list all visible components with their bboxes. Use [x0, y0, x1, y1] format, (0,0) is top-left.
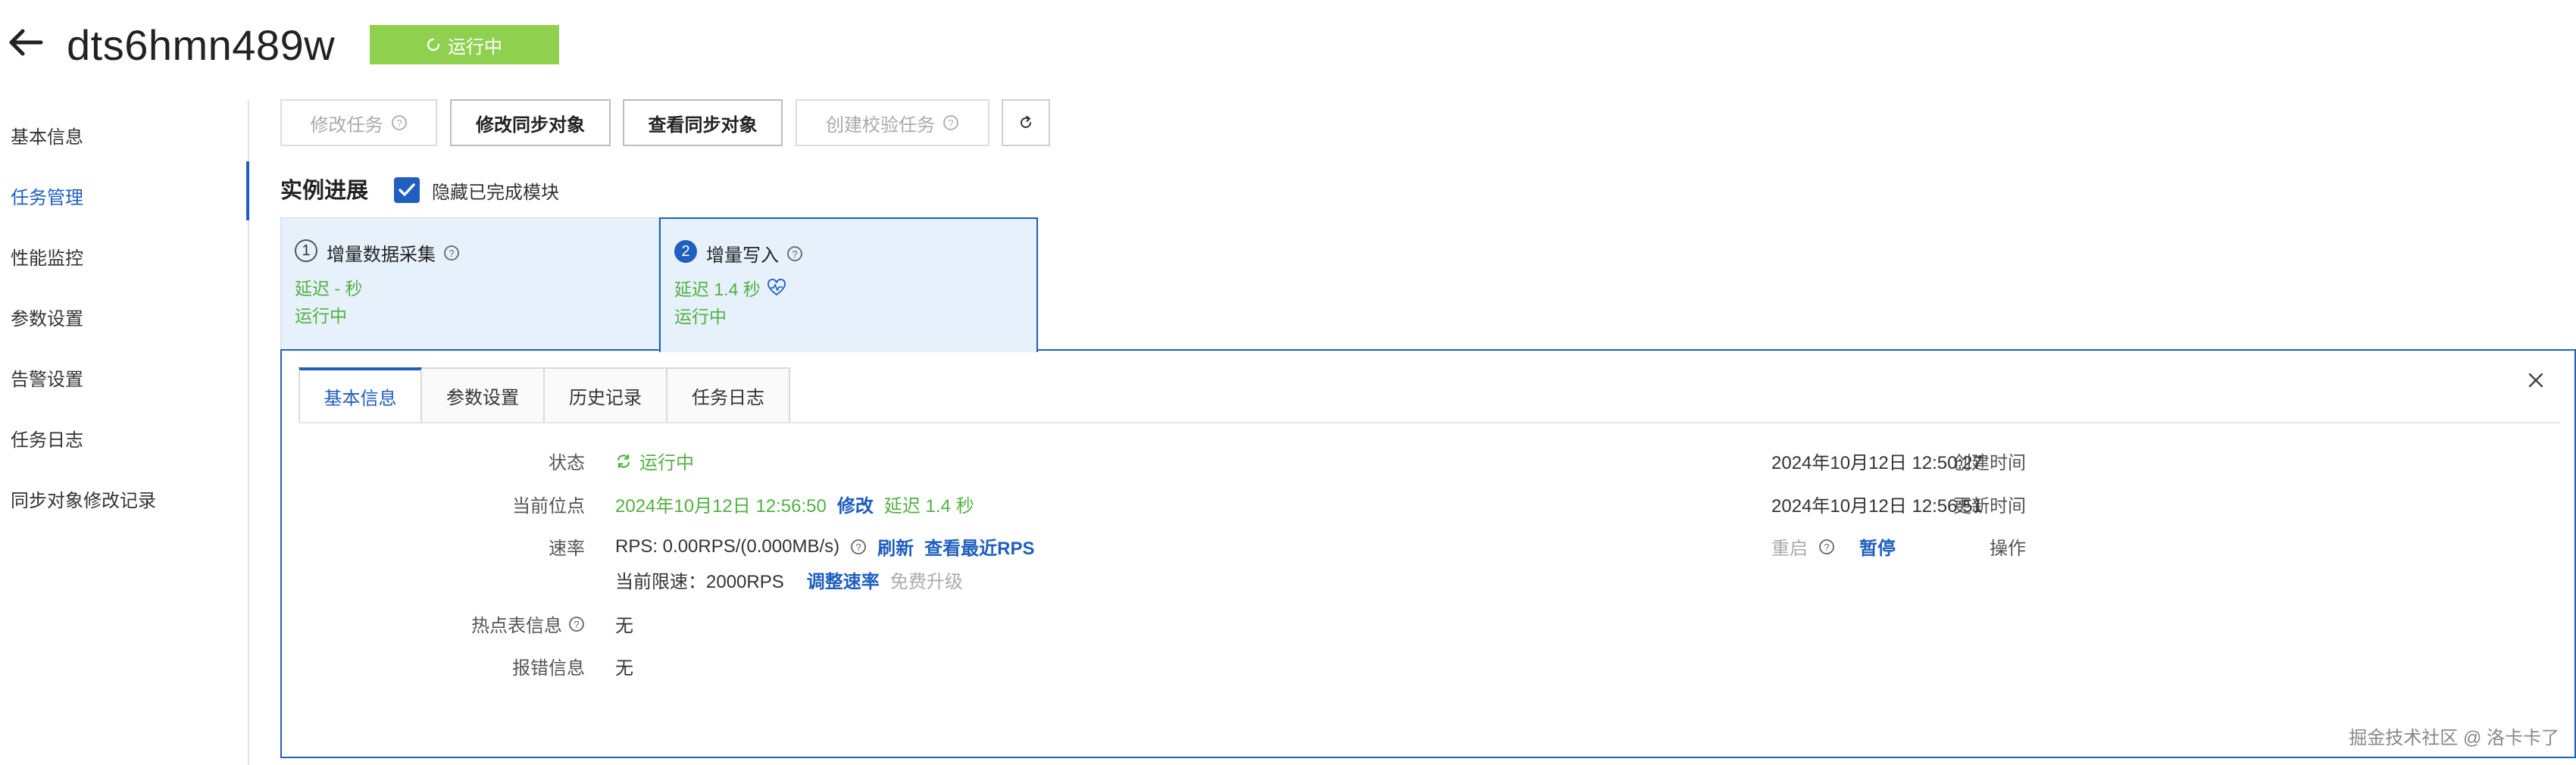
- tab-parameter-settings[interactable]: 参数设置: [422, 367, 545, 423]
- module-title: 增量数据采集 ?: [327, 239, 460, 266]
- task-title: dts6hmn489w: [67, 21, 336, 69]
- module-status: 运行中: [674, 307, 727, 326]
- pause-button[interactable]: 暂停: [1859, 533, 1896, 560]
- rate-value-text: RPS: 0.00RPS/(0.000MB/s): [615, 536, 840, 557]
- help-icon: ?: [851, 539, 867, 554]
- operations-label: 操作: [1990, 539, 2026, 559]
- watermark: 掘金技术社区 @ 洛卡卡了: [2349, 728, 2559, 748]
- svg-text:?: ?: [948, 117, 953, 129]
- rate-value: RPS: 0.00RPS/(0.000MB/s) ? 刷新 查看最近RPS: [615, 533, 1034, 560]
- status-value: 运行中: [615, 448, 694, 474]
- view-recent-rps-link[interactable]: 查看最近RPS: [924, 533, 1034, 560]
- position-timestamp: 2024年10月12日 12:56:50: [615, 496, 827, 517]
- status-badge-label: 运行中: [448, 36, 502, 58]
- module-title: 增量写入 ?: [706, 240, 803, 267]
- module-status: 运行中: [295, 306, 347, 326]
- svg-text:?: ?: [856, 542, 861, 553]
- modify-sync-objects-button[interactable]: 修改同步对象: [450, 99, 611, 146]
- progress-title: 实例进展: [280, 179, 369, 203]
- status-label: 状态: [549, 453, 585, 473]
- module-delay: 延迟 - 秒: [295, 279, 363, 298]
- position-label: 当前位点: [512, 496, 585, 517]
- help-icon: ?: [1819, 539, 1834, 554]
- create-verify-task-button[interactable]: 创建校验任务 ?: [796, 99, 989, 146]
- detail-panel: 基本信息 参数设置 历史记录 任务日志 状态 运行中 当前位点 2024年10月…: [280, 349, 2576, 758]
- tab-underline: [299, 422, 2559, 423]
- status-value-text: 运行中: [639, 453, 694, 473]
- restart-button[interactable]: 重启: [1771, 533, 1808, 560]
- refresh-rate-link[interactable]: 刷新: [877, 533, 914, 560]
- module-name: 增量数据采集: [327, 245, 436, 265]
- position-delay: 延迟 1.4 秒: [883, 496, 974, 517]
- tab-task-log[interactable]: 任务日志: [667, 367, 790, 423]
- sync-icon: [617, 454, 630, 468]
- sidebar-item-sync-object-change-log[interactable]: 同步对象修改记录: [11, 486, 156, 512]
- close-icon[interactable]: [2526, 370, 2546, 390]
- spinner-icon: [427, 38, 440, 52]
- limit-value: 当前限速：2000RPS 调整速率 免费升级: [615, 567, 963, 593]
- svg-text:?: ?: [396, 117, 402, 129]
- view-sync-objects-button[interactable]: 查看同步对象: [623, 99, 783, 146]
- updated-time-value: 2024年10月12日 12:56:51: [1771, 496, 1983, 517]
- sidebar-active-indicator: [246, 161, 249, 220]
- tab-history[interactable]: 历史记录: [545, 367, 667, 423]
- tab-basic-info[interactable]: 基本信息: [299, 367, 422, 423]
- hot-table-value: 无: [615, 616, 633, 636]
- module-name: 增量写入: [706, 245, 779, 266]
- sidebar-item-parameter-settings[interactable]: 参数设置: [11, 304, 83, 330]
- error-value: 无: [615, 658, 633, 679]
- adjust-rate-link[interactable]: 调整速率: [807, 567, 880, 593]
- hide-completed-checkbox[interactable]: [394, 177, 420, 203]
- module-card-incremental-collection[interactable]: 1 增量数据采集 ? 延迟 - 秒 运行中: [280, 217, 659, 351]
- detail-tabs: 基本信息 参数设置 历史记录 任务日志: [299, 367, 790, 423]
- svg-text:?: ?: [574, 619, 579, 630]
- hide-completed-label[interactable]: 隐藏已完成模块: [432, 177, 559, 204]
- module-delay: 延迟 1.4 秒: [674, 275, 786, 301]
- sidebar-item-task-log[interactable]: 任务日志: [11, 425, 83, 451]
- help-icon: ?: [391, 115, 407, 130]
- operations-value: 重启 ? 暂停: [1771, 533, 1896, 560]
- sidebar-item-performance-monitor[interactable]: 性能监控: [11, 243, 83, 270]
- error-label: 报错信息: [512, 658, 585, 679]
- position-value: 2024年10月12日 12:56:50 修改 延迟 1.4 秒: [615, 491, 974, 517]
- help-icon: ?: [569, 616, 584, 632]
- back-arrow-icon[interactable]: [6, 23, 45, 62]
- sidebar-item-basic-info[interactable]: 基本信息: [11, 122, 83, 148]
- module-delay-text: 延迟 1.4 秒: [674, 279, 761, 299]
- check-icon: [399, 183, 415, 196]
- svg-text:?: ?: [449, 248, 454, 259]
- created-time-value: 2024年10月12日 12:50:27: [1771, 453, 1983, 473]
- sidebar-item-alert-settings[interactable]: 告警设置: [11, 364, 83, 391]
- modify-task-label: 修改任务: [310, 114, 383, 136]
- step-number: 1: [295, 239, 317, 262]
- refresh-icon: [1021, 116, 1031, 128]
- svg-text:?: ?: [1824, 542, 1829, 553]
- module-card-incremental-write[interactable]: 2 增量写入 ? 延迟 1.4 秒 运行中: [659, 217, 1038, 352]
- hot-table-label-text: 热点表信息: [471, 616, 562, 636]
- refresh-button[interactable]: [1002, 99, 1050, 146]
- limit-value-text: 当前限速：2000RPS: [615, 572, 784, 592]
- hot-table-label: 热点表信息 ?: [471, 610, 585, 637]
- status-badge: 运行中: [370, 25, 559, 64]
- help-icon: ?: [444, 245, 459, 261]
- rate-label: 速率: [549, 539, 585, 559]
- heartbeat-icon: [767, 279, 786, 296]
- step-number: 2: [674, 240, 697, 263]
- modify-position-link[interactable]: 修改: [837, 491, 874, 517]
- modify-task-button[interactable]: 修改任务 ?: [280, 99, 437, 146]
- sidebar-item-task-management[interactable]: 任务管理: [11, 183, 83, 209]
- help-icon: ?: [787, 245, 802, 261]
- help-icon: ?: [943, 115, 958, 130]
- create-verify-task-label: 创建校验任务: [826, 114, 935, 136]
- free-upgrade-link[interactable]: 免费升级: [890, 567, 963, 593]
- svg-text:?: ?: [792, 248, 797, 260]
